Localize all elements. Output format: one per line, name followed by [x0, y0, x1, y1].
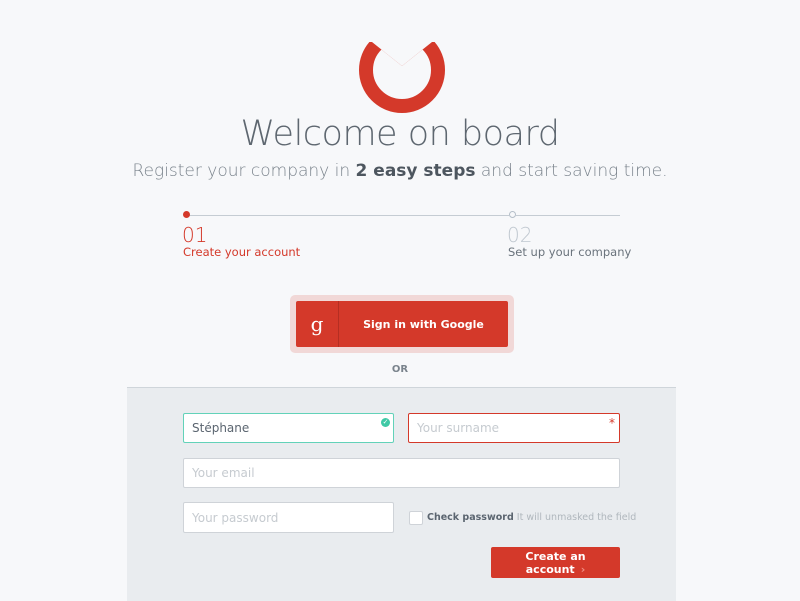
page-title: Welcome on board [240, 114, 560, 154]
step-1-label: Create your account [183, 245, 301, 259]
check-password-hint: It will unmasked the field [513, 512, 637, 523]
step-line [187, 215, 509, 216]
arrow-right-icon: › [580, 562, 586, 576]
check-password-text: Check password [427, 512, 514, 523]
first-name-input[interactable] [183, 413, 394, 443]
page-subtitle: Register your company in 2 easy steps an… [0, 161, 800, 181]
google-signin-button[interactable]: g Sign in with Google [296, 301, 508, 347]
create-account-button[interactable]: Create an account › [491, 547, 620, 578]
logo [359, 38, 445, 113]
email-input[interactable] [183, 458, 620, 488]
step-2-number: 02 [507, 223, 533, 247]
subtitle-text: Register your company in [132, 161, 356, 181]
step-2-dot [509, 211, 516, 218]
check-password-label[interactable]: Check password It will unmasked the fiel… [427, 512, 636, 523]
create-account-label: Create an account [525, 549, 586, 576]
surname-input[interactable] [408, 413, 620, 443]
valid-check-icon: ✓ [381, 418, 390, 427]
step-2-label: Set up your company [508, 245, 632, 259]
step-1-number: 01 [182, 223, 208, 247]
google-icon: g [296, 301, 339, 347]
subtitle-text-end: and start saving time. [475, 161, 668, 181]
step-line [516, 215, 620, 216]
subtitle-highlight: 2 easy steps [355, 161, 476, 181]
required-asterisk-icon: * [609, 416, 615, 430]
check-password-checkbox[interactable] [409, 511, 423, 525]
google-signin-label: Sign in with Google [363, 317, 484, 331]
password-input[interactable] [183, 502, 394, 533]
step-1-dot [183, 211, 190, 218]
or-divider: OR [391, 364, 409, 375]
